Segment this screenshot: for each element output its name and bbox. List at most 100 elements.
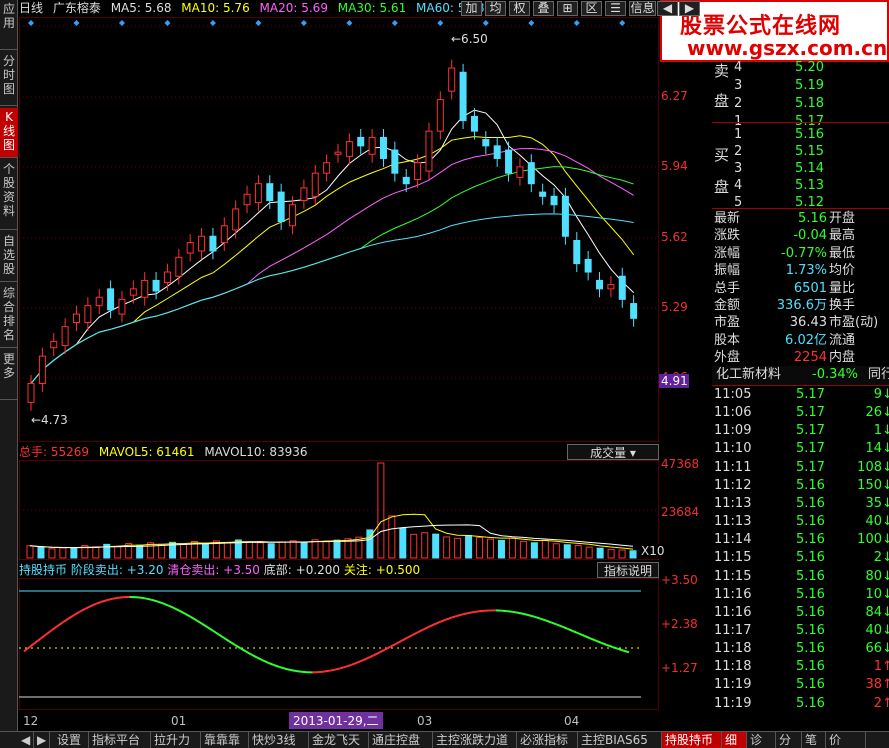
toolbar-button-0[interactable]: 加 xyxy=(461,1,482,16)
tick-row: 11:19 5.16 38 ↑ xyxy=(712,676,889,694)
tick-volume: 84 xyxy=(865,604,882,620)
volume-bar xyxy=(585,546,593,559)
bottom-tab-2[interactable]: 拉升力 xyxy=(151,732,201,748)
quote-row: 股本 6.02亿 流通 xyxy=(712,332,889,350)
indicator-segment xyxy=(206,626,214,632)
indicator-segment xyxy=(384,645,391,651)
bottom-tab-15[interactable]: 价 xyxy=(826,732,866,748)
bottom-tab-6[interactable]: 通庄控盘 xyxy=(369,732,433,748)
bottom-tab-11[interactable]: 细 xyxy=(722,732,747,748)
bottom-tab-1[interactable]: 指标平台 xyxy=(89,732,151,748)
toolbar-button-7[interactable]: 信息 xyxy=(629,1,656,16)
candle xyxy=(550,195,558,206)
bottom-tab-5[interactable]: 金龙飞天 xyxy=(309,732,369,748)
indicator-segment xyxy=(156,600,164,605)
sector-tab: 同行 xyxy=(868,367,889,382)
scroll-right-icon[interactable]: ▶ xyxy=(34,732,51,748)
low-price-marker: ←4.73 xyxy=(31,413,68,427)
volume-bar xyxy=(377,462,385,559)
left-tab-1[interactable]: 分时图 xyxy=(0,52,18,106)
indicator-segment xyxy=(400,637,408,642)
ma5-label: MA5: 5.68 xyxy=(110,1,172,15)
arrow-down-icon: ↓ xyxy=(882,622,889,638)
scroll-left-icon[interactable]: ◀ xyxy=(18,732,35,748)
toolbar-button-5[interactable]: 区 xyxy=(581,1,602,16)
bottom-tab-3[interactable]: 靠靠靠 xyxy=(201,732,249,748)
tick-time: 11:11 xyxy=(714,459,752,475)
volume-tick: 47368 xyxy=(661,457,700,471)
bottom-tab-12[interactable]: 诊 xyxy=(747,732,776,748)
candlestick-chart[interactable]: ←6.50 ←4.73 xyxy=(19,17,659,442)
indicator-segment xyxy=(595,639,602,644)
indicator-segment xyxy=(118,596,125,599)
left-tab-6[interactable]: 更多 xyxy=(0,350,18,400)
tick-price: 5.16 xyxy=(796,622,825,638)
toolbar-button-3[interactable]: 叠 xyxy=(533,1,554,16)
tick-price: 5.17 xyxy=(796,405,825,421)
bottom-tab-9[interactable]: 主控BIAS65 xyxy=(578,732,662,748)
tick-row: 11:19 5.16 2 ↑ xyxy=(712,695,889,713)
indicator-segment xyxy=(90,602,97,608)
ma5-line xyxy=(30,109,634,384)
indicator-segment xyxy=(445,616,452,621)
indicator-segment xyxy=(40,633,47,640)
tick-price: 5.16 xyxy=(796,695,825,711)
arrow-down-icon: ↓ xyxy=(882,387,889,402)
volume-bar xyxy=(70,547,78,559)
level-price: 5.20 xyxy=(795,60,824,75)
bottom-tab-0[interactable]: 设置 xyxy=(54,732,89,748)
indicator-help-button[interactable]: 指标说明 xyxy=(597,562,659,578)
quote-key: 外盘 xyxy=(714,350,741,366)
candle xyxy=(198,235,206,252)
left-tab-0[interactable]: 应用 xyxy=(0,0,18,50)
tick-price: 5.16 xyxy=(796,477,825,493)
volume-selector[interactable]: 成交量 ▾ xyxy=(567,444,659,460)
candle xyxy=(141,279,149,298)
indicator-chart[interactable] xyxy=(19,578,659,710)
tick-price: 5.16 xyxy=(796,586,825,602)
volume-bar xyxy=(399,527,407,559)
indicator-segment xyxy=(517,611,524,615)
indicator-segment xyxy=(251,653,258,659)
left-tab-3[interactable]: 个股资料 xyxy=(0,160,18,230)
bottom-tab-8[interactable]: 必涨指标 xyxy=(517,732,578,748)
volume-bar xyxy=(465,535,473,559)
bottom-tab-14[interactable]: 笔 xyxy=(802,732,826,748)
signal-diamond xyxy=(300,20,307,26)
volume-bar xyxy=(289,540,297,559)
toolbar-button-9[interactable]: ▶ xyxy=(679,1,700,16)
left-tab-5[interactable]: 综合排名 xyxy=(0,284,18,348)
toolbar-button-6[interactable]: ☰ xyxy=(605,1,626,16)
bottom-tab-4[interactable]: 快炒3线 xyxy=(249,732,309,748)
date-label: 01 xyxy=(171,714,187,728)
bottom-tab-10[interactable]: 持股持币 xyxy=(662,732,722,748)
tick-time: 11:16 xyxy=(714,586,752,602)
indicator-segment xyxy=(423,625,430,631)
quote-row: 涨跌 -0.04 最高 xyxy=(712,227,889,245)
left-tab-2[interactable]: K线图 xyxy=(0,108,18,158)
left-tab-4[interactable]: 自选股 xyxy=(0,232,18,282)
volume-chart[interactable] xyxy=(19,460,659,560)
sell-level: 4 5.20 xyxy=(712,59,889,77)
current-price-tag: 4.91 xyxy=(659,374,689,388)
tick-volume: 150 xyxy=(857,477,882,493)
quote-key: 涨跌 xyxy=(714,228,741,244)
volume-bar xyxy=(311,539,319,559)
toolbar-button-1[interactable]: 均 xyxy=(485,1,506,16)
indicator-segment xyxy=(550,621,558,626)
indicator-segment xyxy=(528,614,535,618)
indicator-l3: 底部: +0.200 xyxy=(263,563,341,577)
date-axis: 12 01 03 04 2013-01-29,二 xyxy=(19,712,659,730)
divider xyxy=(712,122,889,123)
toolbar-button-4[interactable]: ⊞ xyxy=(557,1,578,16)
bottom-tab-13[interactable]: 分 xyxy=(776,732,802,748)
toolbar-button-8[interactable]: ◀ xyxy=(657,1,678,16)
volume-bar xyxy=(245,541,253,559)
stock-name: 广东榕泰 xyxy=(52,1,101,15)
quote-panel: 卖盘 4 5.20 3 5.19 2 5.18 1 5.17 买盘 1 5.16 2 5.15 3 5.14 4… xyxy=(712,59,889,731)
period-label[interactable]: 日线 xyxy=(19,1,43,15)
toolbar-button-2[interactable]: 权 xyxy=(509,1,530,16)
high-price-marker: ←6.50 xyxy=(451,32,488,46)
bottom-tab-7[interactable]: 主控涨跌力道 xyxy=(433,732,517,748)
arrow-down-icon: ↓ xyxy=(882,568,889,584)
